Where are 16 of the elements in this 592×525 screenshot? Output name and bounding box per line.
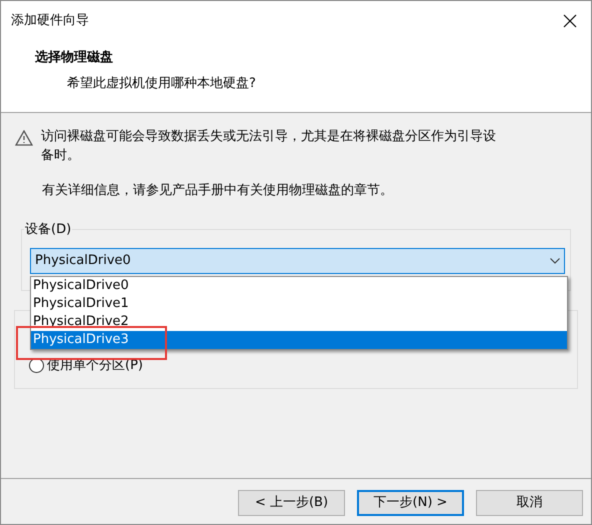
wizard-button[interactable]: 取消 — [476, 490, 583, 516]
dropdown-option[interactable]: PhysicalDrive3 — [31, 331, 567, 349]
warning-icon — [15, 130, 33, 146]
wizard-button[interactable]: < 上一步(B) — [238, 490, 345, 516]
close-icon[interactable] — [563, 14, 577, 28]
info-text: 有关详细信息，请参见产品手册中有关使用物理磁盘的章节。 — [42, 182, 394, 200]
warning-text: 访问裸磁盘可能会导致数据丢失或无法引导，尤其是在将裸磁盘分区作为引导设备时。 — [41, 128, 497, 165]
page-title: 选择物理磁盘 — [35, 49, 114, 67]
wizard-button[interactable]: 下一步(N) > — [357, 490, 464, 516]
dropdown-option[interactable]: PhysicalDrive2 — [31, 313, 567, 331]
chevron-down-icon — [550, 258, 560, 264]
dropdown-option[interactable]: PhysicalDrive1 — [31, 295, 567, 313]
dropdown-option[interactable]: PhysicalDrive0 — [31, 277, 567, 295]
window-title: 添加硬件向导 — [11, 12, 89, 30]
device-dropdown[interactable]: PhysicalDrive0 — [30, 248, 565, 274]
page-subtitle: 希望此虚拟机使用哪种本地硬盘? — [67, 74, 257, 92]
